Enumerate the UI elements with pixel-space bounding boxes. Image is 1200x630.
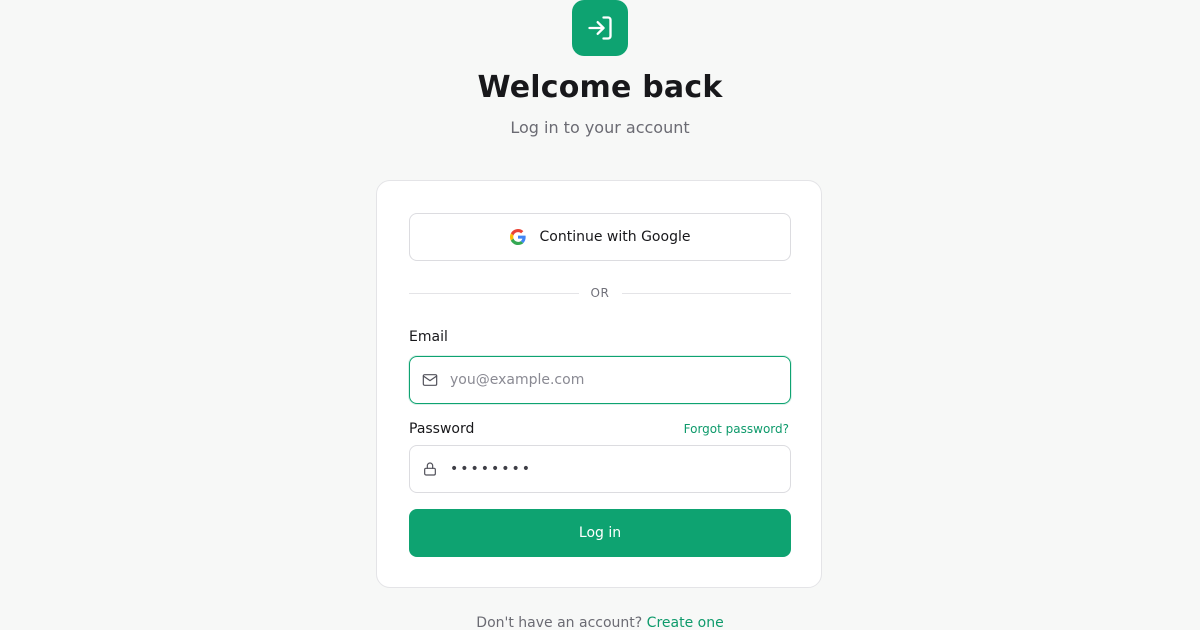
lock-icon xyxy=(410,445,450,493)
page-subtitle: Log in to your account xyxy=(510,118,690,137)
divider-line-right xyxy=(621,292,792,294)
login-button[interactable]: Log in xyxy=(409,509,791,557)
password-input[interactable] xyxy=(450,447,790,491)
login-card: Continue with Google OR Email Password F… xyxy=(376,180,822,588)
login-icon xyxy=(588,16,612,40)
or-divider: OR xyxy=(409,285,792,301)
page-title: Welcome back xyxy=(477,70,723,105)
google-icon xyxy=(509,229,526,245)
mail-icon xyxy=(410,356,450,404)
create-account-link[interactable]: Create one xyxy=(647,615,724,630)
password-field-wrapper[interactable] xyxy=(409,445,791,493)
google-button-label: Continue with Google xyxy=(539,229,691,245)
email-field-wrapper[interactable] xyxy=(409,356,791,404)
email-label: Email xyxy=(409,329,448,345)
email-input[interactable] xyxy=(450,358,790,402)
forgot-password-link[interactable]: Forgot password? xyxy=(684,422,789,436)
password-label: Password xyxy=(409,421,475,437)
continue-with-google-button[interactable]: Continue with Google xyxy=(409,213,791,261)
divider-line-left xyxy=(409,292,579,294)
login-logo xyxy=(572,0,628,56)
divider-label: OR xyxy=(590,286,610,300)
signup-prompt: Don't have an account? Create one xyxy=(0,615,1200,630)
signup-prompt-text: Don't have an account? xyxy=(476,615,643,630)
login-page: Welcome back Log in to your account Cont… xyxy=(0,0,1200,630)
